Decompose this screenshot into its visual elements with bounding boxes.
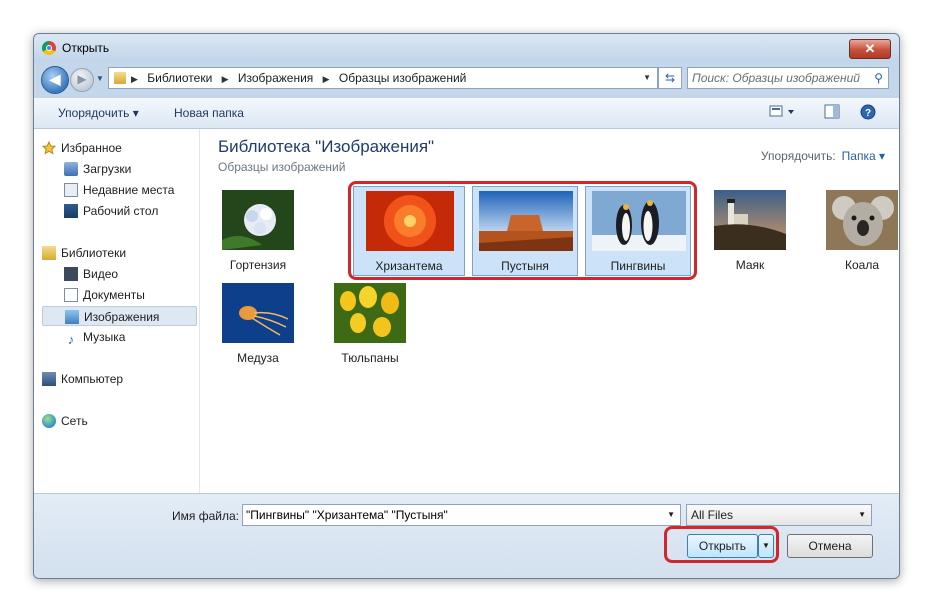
desktop-icon	[64, 204, 78, 218]
music-icon: ♪	[67, 332, 75, 347]
sidebar-item-libraries[interactable]: Библиотеки	[42, 243, 197, 263]
folder-icon	[114, 72, 126, 84]
sidebar-item-music[interactable]: ♪ Музыка	[64, 327, 219, 347]
sidebar-item-video[interactable]: Видео	[64, 264, 219, 284]
breadcrumb-libraries[interactable]: Библиотеки	[147, 71, 212, 85]
network-icon	[42, 414, 56, 428]
chrome-icon	[42, 41, 56, 55]
file-name-panel: Имя файла: ▼ All Files ▼ Открыть ▼ Отмен…	[34, 493, 899, 578]
breadcrumb-separator-icon[interactable]: ▶	[323, 74, 330, 84]
views-icon	[769, 105, 794, 117]
file-item-tulips[interactable]: Тюльпаны	[318, 279, 422, 369]
filename-combobox[interactable]: ▼	[242, 504, 681, 526]
new-folder-button[interactable]: Новая папка	[174, 106, 244, 120]
documents-icon	[64, 288, 78, 302]
breadcrumb-separator-icon[interactable]: ▶	[222, 74, 229, 84]
library-subtitle: Образцы изображений	[218, 160, 346, 174]
file-item-jellyfish[interactable]: Медуза	[206, 279, 310, 369]
recent-places-icon	[64, 183, 78, 197]
view-options-button[interactable]	[769, 104, 797, 123]
library-title: Библиотека "Изображения"	[218, 137, 435, 156]
lighthouse-thumbnail	[714, 190, 786, 250]
file-name: Коала	[844, 258, 879, 272]
koala-thumbnail	[826, 190, 898, 250]
file-type-dropdown-icon: ▼	[858, 510, 866, 519]
filename-input[interactable]	[246, 507, 656, 523]
sidebar-item-images[interactable]: Изображения	[42, 306, 197, 326]
video-icon	[64, 267, 78, 281]
downloads-icon	[64, 162, 78, 176]
help-icon: ?	[860, 104, 876, 120]
search-icon[interactable]: ⚲	[874, 71, 883, 85]
address-bar[interactable]: ▶ Библиотеки ▶ Изображения ▶ Образцы изо…	[108, 67, 658, 89]
help-button[interactable]: ?	[860, 104, 876, 123]
preview-pane-icon	[824, 104, 840, 119]
file-name: Маяк	[735, 258, 765, 272]
svg-text:?: ?	[865, 108, 871, 119]
star-icon	[42, 141, 56, 155]
file-item-koala[interactable]: Коала	[810, 186, 899, 276]
address-dropdown-icon[interactable]: ▼	[643, 73, 651, 82]
file-name: Гортензия	[229, 258, 287, 272]
file-name: Тюльпаны	[341, 351, 399, 365]
sidebar-item-documents[interactable]: Документы	[64, 285, 219, 305]
back-button[interactable]: ◀	[41, 66, 69, 94]
libraries-icon	[42, 246, 56, 260]
organize-button[interactable]: Упорядочить ▾	[58, 106, 139, 120]
images-icon	[65, 310, 79, 324]
sidebar-item-recent-places[interactable]: Недавние места	[64, 180, 219, 200]
navigation-pane: Избранное Загрузки Недавние места Рабочи…	[34, 129, 200, 493]
sidebar-item-favorites[interactable]: Избранное	[42, 138, 197, 158]
file-item-lighthouse[interactable]: Маяк	[698, 186, 802, 276]
title-bar: Открыть ✕	[34, 34, 899, 62]
selection-highlight-callout	[348, 181, 697, 280]
file-view: Библиотека "Изображения" Образцы изображ…	[200, 129, 899, 493]
breadcrumb: ▶ Библиотеки ▶ Изображения ▶ Образцы изо…	[131, 71, 472, 85]
file-item-hydrangea[interactable]: Гортензия	[206, 186, 310, 276]
computer-icon	[42, 372, 56, 386]
sidebar-item-downloads[interactable]: Загрузки	[64, 159, 219, 179]
sidebar-item-network[interactable]: Сеть	[42, 411, 197, 431]
content-area: Избранное Загрузки Недавние места Рабочи…	[34, 129, 899, 493]
navigation-bar: ◀ ▶ ▼ ▶ Библиотеки ▶ Изображения ▶ Образ…	[34, 62, 899, 98]
arrange-by-dropdown[interactable]: Папка ▾	[842, 149, 885, 163]
close-button[interactable]: ✕	[849, 39, 891, 59]
filename-dropdown-icon[interactable]: ▼	[667, 510, 675, 519]
file-type-value: All Files	[691, 508, 734, 522]
search-input[interactable]	[692, 70, 862, 86]
file-name: Медуза	[237, 351, 279, 365]
breadcrumb-images[interactable]: Изображения	[238, 71, 313, 85]
breadcrumb-sample-pictures[interactable]: Образцы изображений	[339, 71, 466, 85]
refresh-button[interactable]: ⇆	[658, 67, 682, 89]
recent-pages-dropdown-icon[interactable]: ▼	[96, 74, 104, 83]
window-title: Открыть	[62, 41, 110, 55]
breadcrumb-separator-icon[interactable]: ▶	[131, 74, 138, 84]
search-box[interactable]: ⚲	[687, 67, 889, 89]
tulips-thumbnail	[334, 283, 406, 343]
arrange-by-label: Упорядочить:	[760, 149, 836, 163]
forward-button[interactable]: ▶	[70, 68, 94, 92]
cancel-button[interactable]: Отмена	[787, 534, 873, 558]
open-file-dialog: Открыть ✕ ◀ ▶ ▼ ▶ Библиотеки ▶ Изображен…	[33, 33, 900, 579]
command-bar: Упорядочить ▾ Новая папка ?	[34, 98, 899, 129]
open-button-highlight-callout	[664, 526, 779, 563]
hydrangea-thumbnail	[222, 190, 294, 250]
file-type-select[interactable]: All Files ▼	[686, 504, 872, 526]
sidebar-item-computer[interactable]: Компьютер	[42, 369, 197, 389]
filename-label: Имя файла:	[172, 509, 239, 523]
sidebar-item-desktop[interactable]: Рабочий стол	[64, 201, 219, 221]
preview-pane-button[interactable]	[824, 104, 840, 123]
jellyfish-thumbnail	[222, 283, 294, 343]
arrange-by: Упорядочить: Папка ▾	[761, 149, 885, 163]
